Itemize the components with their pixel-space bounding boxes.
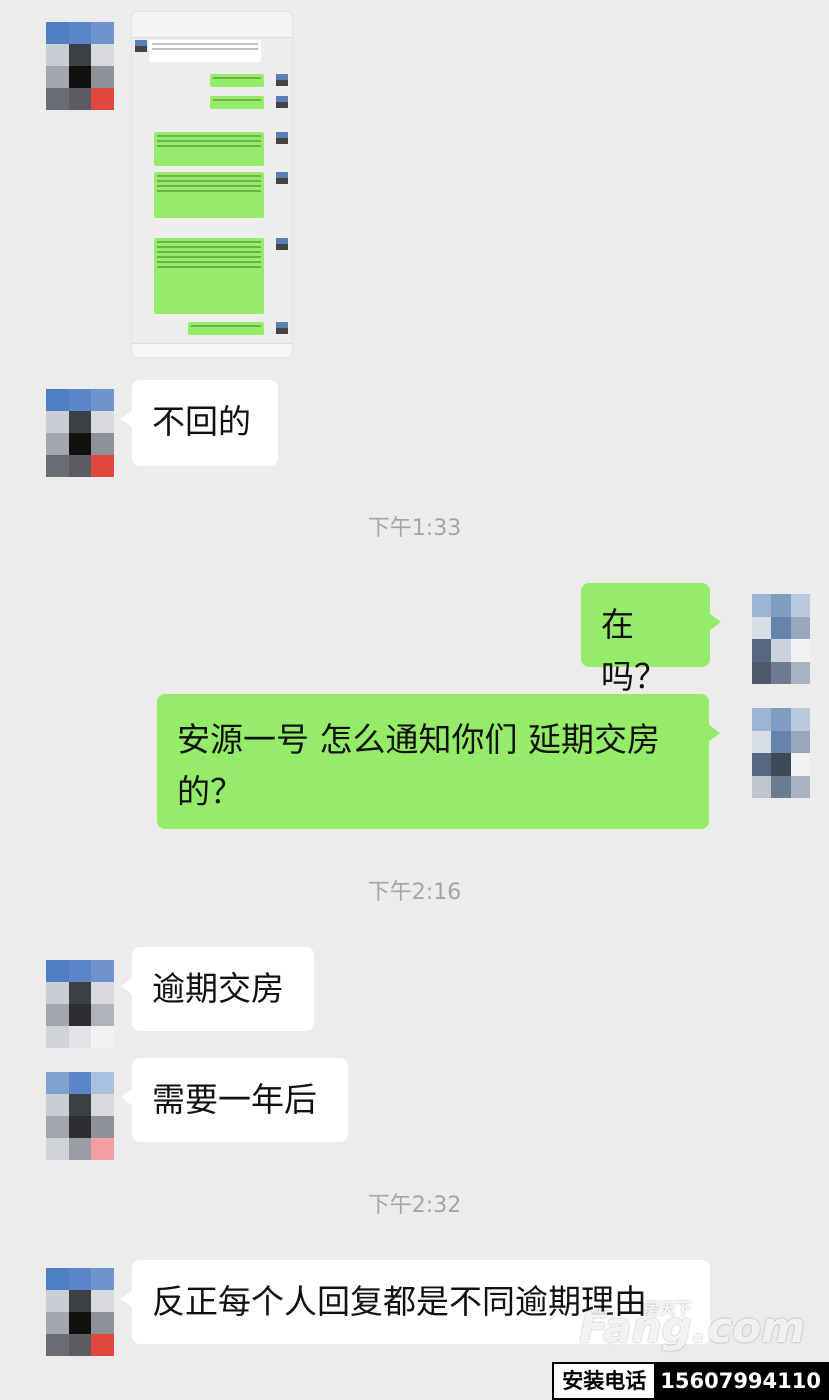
avatar[interactable] <box>46 22 114 110</box>
thumb-status-bar <box>132 12 292 24</box>
message-text: 在吗？ <box>601 605 667 696</box>
contact-phone: 15607994110 <box>654 1364 827 1398</box>
screenshot-image-message[interactable] <box>132 12 292 357</box>
thumb-input-bar <box>132 343 292 357</box>
contact-label: 安装电话 <box>554 1364 655 1398</box>
message-text: 不回的 <box>152 402 251 441</box>
message-bubble[interactable]: 需要一年后 <box>121 1058 348 1142</box>
timestamp: 下午2:32 <box>367 1193 462 1218</box>
message-bubble[interactable]: 安源一号 怎么通知你们 延期交房的？ <box>157 694 720 829</box>
watermark-logo: Fang.com <box>579 1303 805 1352</box>
thumb-chat-header <box>132 24 292 38</box>
watermark-small: 房天下 <box>643 1299 692 1318</box>
message-bubble[interactable]: 在吗？ <box>581 583 721 696</box>
avatar[interactable] <box>46 960 114 1048</box>
message-text: 需要一年后 <box>152 1080 317 1119</box>
avatar[interactable] <box>752 708 810 798</box>
contact-banner: 安装电话 15607994110 <box>552 1362 829 1400</box>
avatar[interactable] <box>46 1072 114 1160</box>
message-text: 反正每个人回复都是不同逾期理由 <box>152 1282 647 1321</box>
site-watermark: Fang.com 房天下 <box>579 1299 805 1352</box>
avatar[interactable] <box>46 1268 114 1356</box>
timestamp: 下午1:33 <box>367 516 462 541</box>
timestamp: 下午2:16 <box>367 880 462 905</box>
avatar[interactable] <box>752 594 810 684</box>
message-text: 安源一号 怎么通知你们 延期交房的？ <box>177 720 660 811</box>
message-text: 逾期交房 <box>152 969 284 1008</box>
message-bubble[interactable]: 逾期交房 <box>121 947 314 1031</box>
thumb-chat-body <box>132 38 292 343</box>
message-bubble[interactable]: 不回的 <box>121 380 278 466</box>
avatar[interactable] <box>46 389 114 477</box>
